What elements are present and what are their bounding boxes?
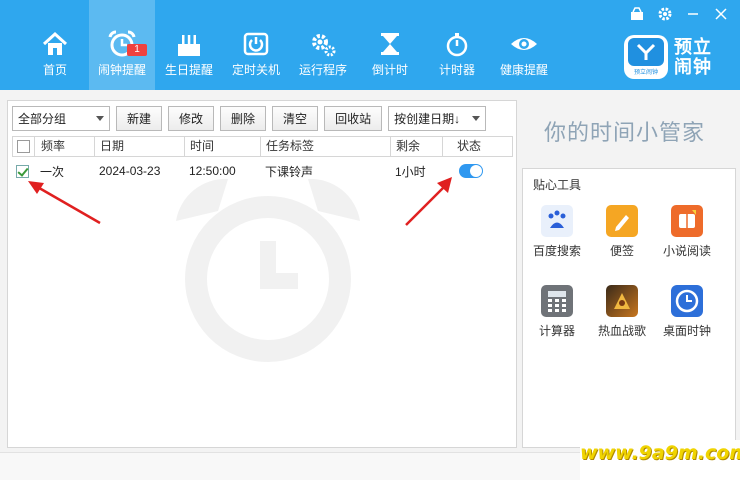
- nav-label: 倒计时: [371, 63, 408, 77]
- brand-logo-caption: 预立闹钟: [633, 70, 658, 76]
- nav-run-program[interactable]: 运行程序: [290, 0, 356, 90]
- alarm-badge: 1: [127, 44, 147, 56]
- nav-shutdown[interactable]: 定时关机: [223, 0, 289, 90]
- column-header[interactable]: 频率: [35, 137, 95, 156]
- nav-label: 闹钟提醒: [97, 63, 146, 77]
- column-header[interactable]: 任务标签: [261, 137, 391, 156]
- arrow-annotation-left: [28, 181, 101, 225]
- task-label-cell: 下课铃声: [265, 164, 314, 179]
- tool-desktop-clock[interactable]: 桌面时钟: [656, 285, 718, 339]
- select-all-cell: [13, 137, 35, 156]
- column-header[interactable]: 剩余: [391, 137, 443, 156]
- sort-select-value: 按创建日期↓: [394, 112, 461, 126]
- main-nav: 首页 1 闹钟提醒 生日提醒 定时关机 运行程序 倒计时 计时器 健康提醒: [22, 0, 558, 90]
- chevron-down-icon: [472, 116, 481, 121]
- nav-timer[interactable]: 计时器: [424, 0, 490, 90]
- tool-calculator[interactable]: 计算器: [526, 285, 588, 339]
- nav-health[interactable]: 健康提醒: [491, 0, 557, 90]
- tool-game[interactable]: 热血战歌: [591, 285, 653, 339]
- brand: 预立闹钟 预立 闹钟: [624, 34, 734, 80]
- delete-button[interactable]: 删除: [220, 106, 267, 131]
- brand-name: 预立 闹钟: [674, 37, 712, 77]
- nav-label: 健康提醒: [499, 63, 548, 77]
- brand-name-line1: 预立: [674, 37, 712, 57]
- nav-home[interactable]: 首页: [22, 0, 88, 90]
- hourglass-icon: [375, 30, 405, 58]
- top-bar: 首页 1 闹钟提醒 生日提醒 定时关机 运行程序 倒计时 计时器 健康提醒 预立…: [0, 0, 740, 90]
- tool-label: 便签: [609, 244, 634, 258]
- site-watermark: www.9a9m.com: [580, 440, 740, 480]
- power-icon: [241, 30, 271, 58]
- novel-icon: [671, 205, 703, 237]
- gears-icon: [308, 30, 338, 58]
- tools-panel: 贴心工具 百度搜索 便签 小说阅读 计算器 热血战歌 桌面时钟: [522, 168, 736, 448]
- tool-label: 桌面时钟: [662, 324, 711, 338]
- column-header[interactable]: 日期: [95, 137, 185, 156]
- close-icon[interactable]: [712, 5, 730, 23]
- tool-label: 计算器: [538, 324, 575, 338]
- chevron-down-icon: [96, 116, 104, 121]
- nav-label: 定时关机: [231, 63, 280, 77]
- tool-label: 热血战歌: [597, 324, 646, 338]
- tool-novel[interactable]: 小说阅读: [656, 205, 718, 259]
- column-header[interactable]: 状态: [443, 137, 512, 156]
- calculator-icon: [541, 285, 573, 317]
- tool-label: 小说阅读: [662, 244, 711, 258]
- nav-birthday[interactable]: 生日提醒: [156, 0, 222, 90]
- recycle-bin-button[interactable]: 回收站: [324, 106, 383, 131]
- nav-alarm[interactable]: 1 闹钟提醒: [89, 0, 155, 90]
- desktop-clock-icon: [671, 285, 703, 317]
- minimize-icon[interactable]: [684, 5, 702, 23]
- site-watermark-text: www.9a9m.com: [580, 442, 740, 464]
- nav-label: 运行程序: [298, 63, 347, 77]
- group-select-value: 全部分组: [18, 112, 67, 126]
- tool-notepad[interactable]: 便签: [591, 205, 653, 259]
- nav-label: 生日提醒: [164, 63, 213, 77]
- tools-title: 贴心工具: [533, 178, 582, 192]
- clear-button[interactable]: 清空: [272, 106, 319, 131]
- nav-label: 计时器: [438, 63, 475, 77]
- group-select[interactable]: 全部分组: [12, 106, 110, 131]
- edit-button[interactable]: 修改: [168, 106, 215, 131]
- alarm-list-panel: 全部分组 新建 修改 删除 清空 回收站 按创建日期↓ 频率 日期 时间 任务标…: [7, 100, 517, 448]
- nav-label: 首页: [42, 63, 67, 77]
- eye-icon: [509, 30, 539, 58]
- baidu-icon: [541, 205, 573, 237]
- birthday-cake-icon: [174, 30, 204, 58]
- time-cell: 12:50:00: [189, 164, 236, 178]
- notepad-icon: [606, 205, 638, 237]
- right-panel: 你的时间小管家 贴心工具 百度搜索 便签 小说阅读 计算器 热血战歌 桌面时钟: [522, 100, 736, 448]
- slogan: 你的时间小管家: [544, 120, 706, 145]
- stopwatch-icon: [442, 30, 472, 58]
- new-button[interactable]: 新建: [116, 106, 163, 131]
- game-icon: [606, 285, 638, 317]
- settings-icon[interactable]: [656, 5, 674, 23]
- clock-watermark-icon: [176, 178, 360, 362]
- toolbar: 全部分组 新建 修改 删除 清空 回收站 按创建日期↓: [12, 106, 487, 131]
- window-controls: [628, 5, 730, 23]
- tool-label: 百度搜索: [532, 244, 581, 258]
- brand-name-line2: 闹钟: [674, 57, 712, 77]
- brand-logo: 预立闹钟: [624, 35, 668, 79]
- arrow-annotation-right: [405, 177, 452, 226]
- skin-icon[interactable]: [628, 5, 646, 23]
- brand-logo-icon: [628, 38, 664, 66]
- sort-select[interactable]: 按创建日期↓: [388, 106, 487, 131]
- home-icon: [40, 30, 70, 58]
- table-header: 频率 日期 时间 任务标签 剩余 状态: [12, 136, 513, 157]
- nav-countdown[interactable]: 倒计时: [357, 0, 423, 90]
- select-all-checkbox[interactable]: [17, 140, 30, 153]
- column-header[interactable]: 时间: [185, 137, 261, 156]
- tool-baidu[interactable]: 百度搜索: [526, 205, 588, 259]
